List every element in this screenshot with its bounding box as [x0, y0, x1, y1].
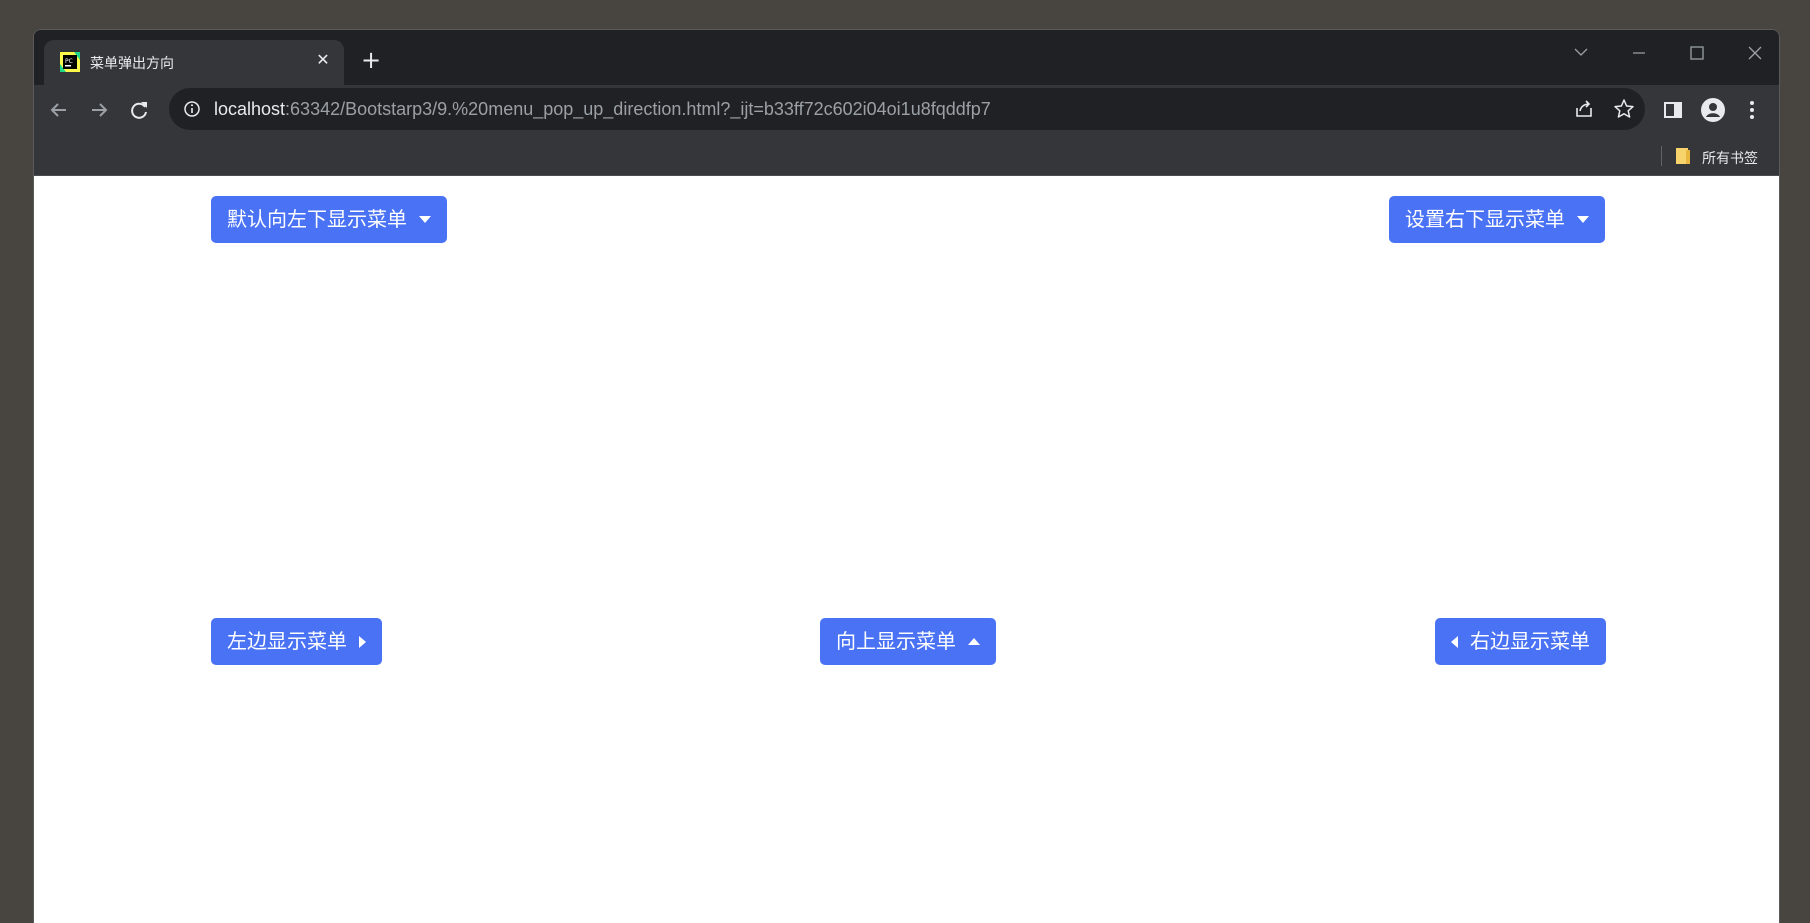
- dropup-button[interactable]: 向上显示菜单: [820, 618, 996, 665]
- bookmarks-bar: 所有书签: [34, 135, 1779, 176]
- window-close-icon[interactable]: [1733, 38, 1777, 68]
- browser-toolbar: localhost:63342/Bootstarp3/9.%20menu_pop…: [34, 85, 1779, 135]
- button-label: 向上显示菜单: [836, 629, 956, 653]
- caret-down-icon: [419, 216, 431, 223]
- more-menu-icon[interactable]: [1740, 98, 1764, 122]
- maximize-icon[interactable]: [1675, 38, 1719, 68]
- tab-strip: PC 菜单弹出方向 ✕ +: [34, 30, 1779, 85]
- dropdown-down-left-button[interactable]: 默认向左下显示菜单: [211, 196, 447, 243]
- reload-icon[interactable]: [124, 95, 154, 125]
- button-label: 默认向左下显示菜单: [227, 207, 407, 231]
- minimize-icon[interactable]: [1617, 38, 1661, 68]
- forward-arrow-icon[interactable]: [84, 95, 114, 125]
- profile-avatar-icon[interactable]: [1701, 98, 1725, 122]
- browser-window: PC 菜单弹出方向 ✕ + localhost:63342/Bootstarp3…: [33, 29, 1780, 923]
- back-arrow-icon[interactable]: [44, 95, 74, 125]
- page-content: 默认向左下显示菜单 设置右下显示菜单 左边显示菜单 向上显示菜单 右边显示菜单: [34, 176, 1779, 923]
- bookmark-folder-icon[interactable]: [1675, 147, 1691, 165]
- share-icon[interactable]: [1573, 98, 1595, 120]
- caret-left-icon: [1451, 635, 1458, 648]
- button-label: 设置右下显示菜单: [1405, 207, 1565, 231]
- url-text[interactable]: localhost:63342/Bootstarp3/9.%20menu_pop…: [214, 99, 991, 120]
- svg-text:PC: PC: [65, 58, 73, 65]
- dropright-button[interactable]: 左边显示菜单: [211, 618, 382, 665]
- star-icon[interactable]: [1613, 98, 1635, 120]
- tab-title: 菜单弹出方向: [90, 56, 174, 72]
- new-tab-button[interactable]: +: [356, 46, 386, 76]
- dropdown-down-right-button[interactable]: 设置右下显示菜单: [1389, 196, 1605, 243]
- button-label: 右边显示菜单: [1470, 629, 1590, 653]
- button-label: 左边显示菜单: [227, 629, 347, 653]
- active-tab[interactable]: PC 菜单弹出方向 ✕: [44, 40, 344, 85]
- dropleft-button[interactable]: 右边显示菜单: [1435, 618, 1606, 665]
- url-host: localhost: [214, 99, 286, 119]
- pycharm-icon: PC: [60, 52, 80, 72]
- caret-up-icon: [968, 638, 980, 645]
- address-bar[interactable]: localhost:63342/Bootstarp3/9.%20menu_pop…: [169, 88, 1645, 130]
- side-panel-icon[interactable]: [1661, 98, 1685, 122]
- site-info-icon[interactable]: [183, 100, 201, 118]
- url-path: :63342/Bootstarp3/9.%20menu_pop_up_direc…: [285, 99, 991, 119]
- all-bookmarks-label[interactable]: 所有书签: [1702, 148, 1758, 168]
- caret-right-icon: [359, 635, 366, 648]
- close-icon[interactable]: ✕: [312, 49, 334, 71]
- caret-down-icon: [1577, 216, 1589, 223]
- bookmarks-separator: [1661, 146, 1662, 166]
- tab-search-icon[interactable]: [1559, 38, 1603, 68]
